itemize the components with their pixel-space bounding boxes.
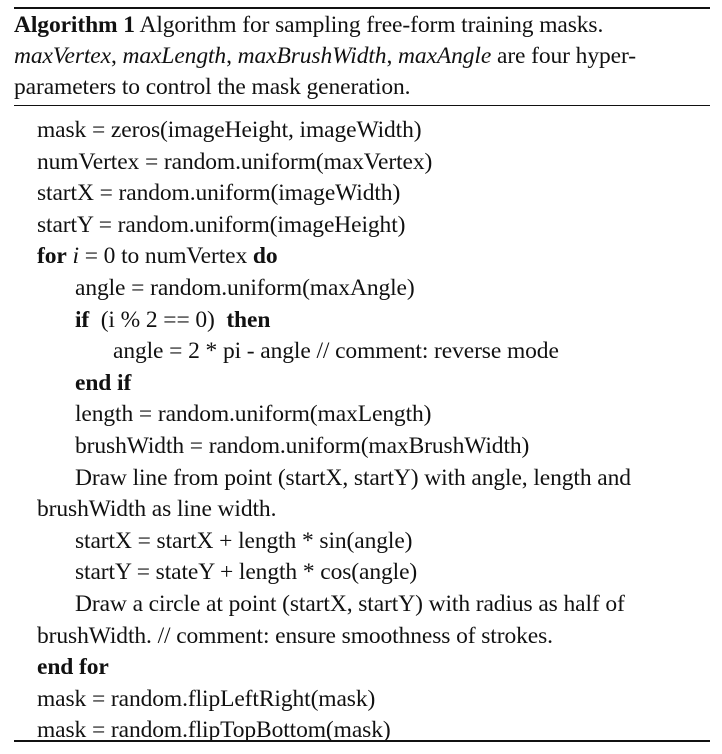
bottom-rule [14, 740, 710, 742]
top-rule [14, 7, 710, 9]
line-text: startX = random.uniform(imageWidth) [37, 180, 401, 207]
line-text: brushWidth = random.uniform(maxBrushWidt… [75, 433, 530, 459]
line-text: mask = random.flipLeftRight(mask) [37, 685, 376, 712]
keyword: then [226, 306, 271, 333]
algorithm-line: mask = random.flipLeftRight(mask) [37, 684, 375, 715]
algorithm-line: for i = 0 to numVertex do [37, 241, 278, 272]
line-text: mask = zeros(imageHeight, imageWidth) [37, 117, 422, 143]
algorithm-line: end if [75, 368, 131, 399]
param-1: maxLength [122, 43, 227, 69]
algorithm-line: brushWidth = random.uniform(maxBrushWidt… [75, 431, 529, 462]
line-text: numVertex = random.uniform(maxVertex) [37, 148, 433, 175]
caption-line-2: maxVertex, maxLength, maxBrushWidth, max… [14, 43, 636, 69]
params-suffix: are four hyper- [496, 43, 636, 69]
algorithm-line: brushWidth as line width. [37, 494, 276, 525]
line-text: brushWidth. // comment: ensure smoothnes… [37, 622, 553, 649]
algorithm-line: Draw line from point (startX, startY) wi… [75, 463, 631, 494]
algorithm-line: brushWidth. // comment: ensure smoothnes… [37, 621, 553, 652]
keyword: end for [37, 654, 109, 681]
algorithm-line: mask = zeros(imageHeight, imageWidth) [37, 115, 422, 146]
line-text: Draw line from point (startX, startY) wi… [75, 464, 631, 491]
caption-line-1: Algorithm 1 Algorithm for sampling free-… [14, 10, 714, 41]
algorithm-line: startY = stateY + length * cos(angle) [75, 557, 417, 588]
param-2: maxBrushWidth [237, 43, 387, 69]
algorithm-line: angle = 2 * pi - angle // comment: rever… [113, 336, 559, 367]
param-3: maxAngle [398, 43, 492, 69]
line-text: angle = random.uniform(maxAngle) [75, 275, 415, 301]
caption-rule [14, 105, 710, 106]
keyword: for [37, 243, 67, 270]
algorithm-line: startY = random.uniform(imageHeight) [37, 210, 405, 241]
keyword: if [75, 306, 90, 333]
line-text: startY = stateY + length * cos(angle) [75, 559, 418, 586]
caption-line-3: parameters to control the mask generatio… [14, 74, 411, 100]
line-text: = 0 to numVertex [78, 243, 253, 270]
algorithm-line: angle = random.uniform(maxAngle) [75, 273, 415, 304]
algorithm-line: startX = startX + length * sin(angle) [75, 526, 412, 557]
algorithm-line: length = random.uniform(maxLength) [75, 399, 431, 430]
algorithm-line: Draw a circle at point (startX, startY) … [75, 589, 625, 620]
line-text: (i % 2 == 0) [89, 306, 227, 333]
line-text: length = random.uniform(maxLength) [75, 401, 432, 428]
algorithm-caption: Algorithm 1 Algorithm for sampling free-… [14, 10, 714, 103]
algorithm-title: Algorithm for sampling free-form trainin… [139, 12, 604, 38]
line-text: startY = random.uniform(imageHeight) [37, 211, 406, 238]
line-text: startX = startX + length * sin(angle) [75, 527, 413, 554]
algorithm-label: Algorithm 1 [14, 12, 135, 38]
line-text: angle = 2 * pi - angle // comment: rever… [113, 338, 559, 365]
line-text: brushWidth as line width. [37, 496, 277, 523]
keyword: end if [75, 369, 132, 396]
algorithm-line: if (i % 2 == 0) then [75, 305, 270, 336]
algorithm-line: numVertex = random.uniform(maxVertex) [37, 147, 432, 178]
algorithm-block: Algorithm 1 Algorithm for sampling free-… [0, 0, 722, 754]
param-0: maxVertex [14, 43, 111, 69]
keyword: do [252, 243, 278, 270]
algorithm-line: startX = random.uniform(imageWidth) [37, 178, 400, 209]
algorithm-line: end for [37, 652, 109, 683]
line-text: Draw a circle at point (startX, startY) … [75, 591, 625, 617]
